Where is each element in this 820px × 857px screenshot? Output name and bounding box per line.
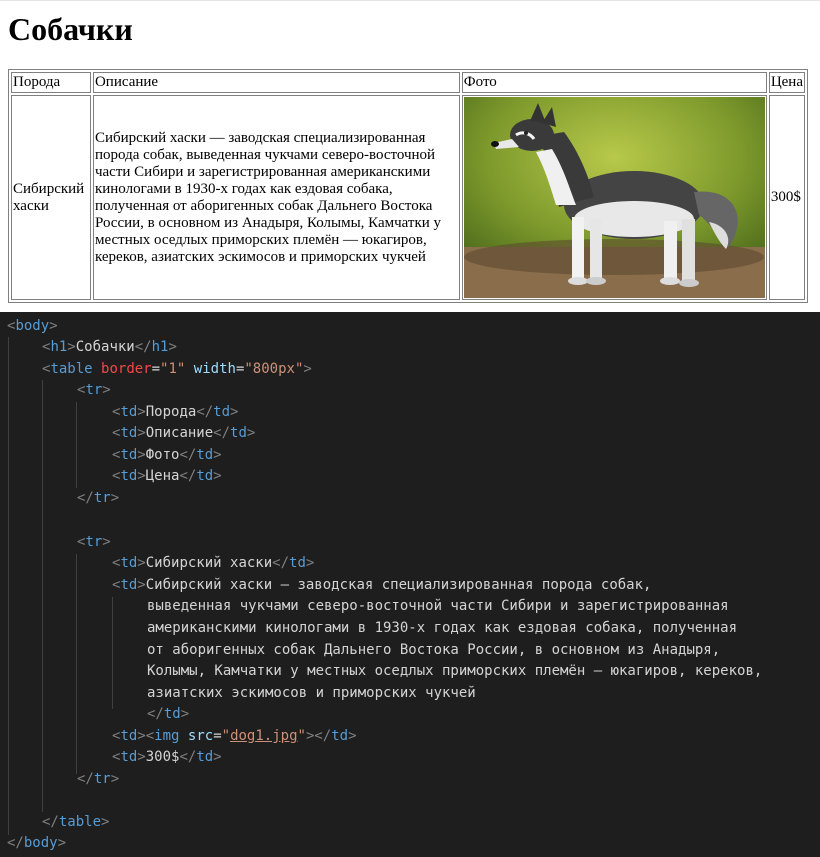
code-line: <td>Сибирский хаски — заводская специали… [112, 577, 652, 593]
code-line: <tr> [77, 534, 111, 550]
cell-breed: Сибирский хаски [11, 95, 91, 300]
siberian-husky-photo [463, 97, 765, 298]
header-description: Описание [92, 72, 460, 93]
indent-guide [76, 554, 77, 774]
code-line: <td>Сибирский хаски</td> [112, 555, 315, 571]
code-line: </body> [7, 835, 67, 851]
code-line: <td>Цена</td> [112, 468, 222, 484]
code-line: <tr> [77, 382, 111, 398]
header-breed: Порода [11, 72, 91, 93]
code-line: </tr> [77, 490, 120, 506]
code-line: от аборигенных собак Дальнего Востока Ро… [147, 642, 721, 658]
src-link[interactable]: dog1.jpg [230, 728, 297, 744]
indent-guide [42, 380, 43, 812]
code-line: <td>300$</td> [112, 749, 222, 765]
code-line: </table> [42, 814, 110, 830]
code-line: <td>Порода</td> [112, 404, 239, 420]
cell-price: 300$ [768, 95, 805, 300]
cell-description: Сибирский хаски — заводская специализиро… [92, 95, 460, 300]
table-header-row: Порода Описание Фото Цена [11, 72, 805, 93]
code-line: азиатских эскимосов и приморских чукчей [147, 685, 476, 701]
code-line: </td> [147, 706, 190, 722]
indent-guide [8, 337, 9, 835]
header-photo: Фото [461, 72, 767, 93]
indent-guide [112, 597, 113, 709]
code-line: <body> [7, 318, 58, 334]
table-row: Сибирский хаски Сибирский хаски — заводс… [11, 95, 805, 300]
header-price: Цена [768, 72, 805, 93]
dogs-table: Порода Описание Фото Цена Сибирский хаск… [8, 69, 808, 303]
code-line: выведенная чукчами северо-восточной част… [147, 598, 729, 614]
cell-photo [461, 95, 767, 300]
code-line: </tr> [77, 771, 120, 787]
code-editor[interactable]: <body> <h1>Собачки</h1> <table border="1… [0, 312, 820, 857]
code-line: <td>Описание</td> [112, 425, 256, 441]
code-line: Колымы, Камчатки у местных оседлых примо… [147, 663, 763, 679]
indent-guide [76, 402, 77, 488]
code-line: <td><img src="dog1.jpg"></td> [112, 728, 357, 744]
code-line: <h1>Собачки</h1> [42, 339, 177, 355]
code-line: <table border="1" width="800px"> [42, 361, 312, 377]
rendered-page: Собачки Порода Описание Фото Цена Сибирс… [0, 0, 820, 313]
code-line: <td>Фото</td> [112, 447, 222, 463]
page-heading: Собачки [8, 11, 133, 47]
code-line: американскими кинологами в 1930-х годах … [147, 620, 738, 636]
